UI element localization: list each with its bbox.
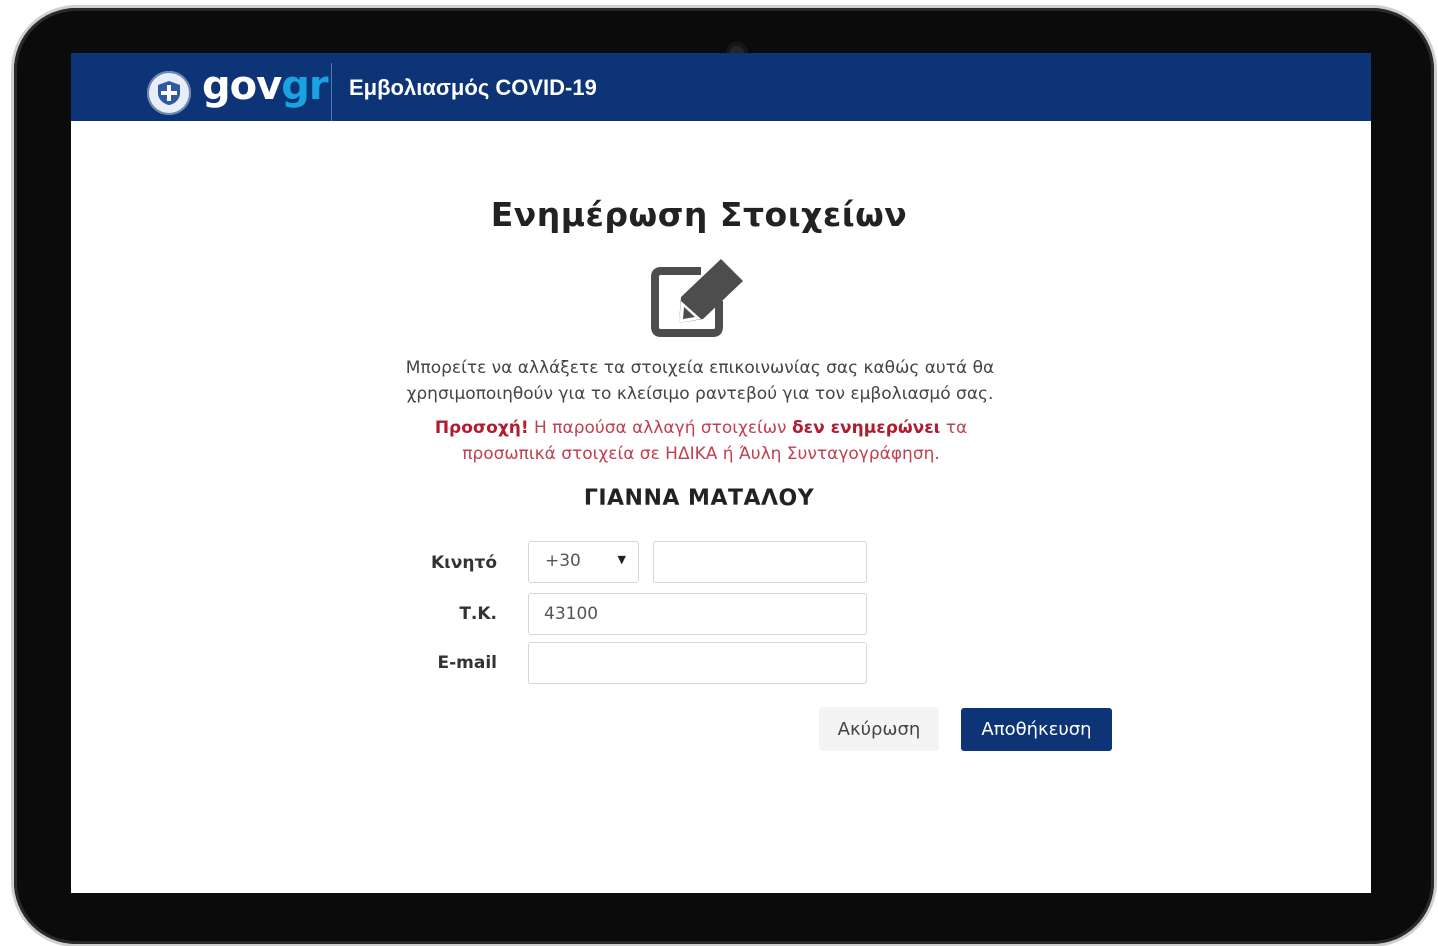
warning-emphasis: δεν ενημερώνει: [791, 418, 941, 438]
logo-gov-text: gov: [202, 63, 282, 109]
mobile-input[interactable]: [669, 543, 851, 581]
save-button[interactable]: Αποθήκευση: [961, 708, 1112, 751]
govgr-logo[interactable]: govgr: [202, 63, 329, 109]
email-input[interactable]: [544, 644, 851, 682]
app-screen: govgr Εμβολιασμός COVID-19 Ενημέρωση Στο…: [71, 53, 1371, 893]
edit-icon: [651, 259, 743, 337]
app-title: Εμβολιασμός COVID-19: [349, 75, 597, 100]
logo-gr-text: gr: [281, 63, 328, 109]
top-header: govgr Εμβολιασμός COVID-19: [71, 53, 1371, 121]
description-text: Μπορείτε να αλλάξετε τα στοιχεία επικοιν…: [405, 358, 995, 404]
mobile-field[interactable]: [653, 541, 867, 583]
warning-lead: Προσοχή!: [434, 418, 529, 438]
email-field[interactable]: [528, 642, 867, 684]
warning-text-1: Η παρούσα αλλαγή στοιχείων: [528, 418, 792, 438]
cancel-button[interactable]: Ακύρωση: [819, 707, 939, 751]
postal-code-input[interactable]: [544, 595, 851, 633]
postal-code-label: Τ.Κ.: [459, 604, 497, 624]
email-label: E-mail: [437, 653, 497, 673]
page-title: Ενημέρωση Στοιχείων: [490, 195, 908, 234]
mobile-label: Κινητό: [430, 553, 497, 573]
header-divider: [331, 63, 332, 121]
greek-emblem-icon: [147, 71, 191, 115]
chevron-down-icon: ▼: [617, 553, 626, 566]
country-code-value: +30: [545, 551, 581, 571]
country-code-select[interactable]: +30 ▼: [528, 541, 639, 583]
postal-code-field[interactable]: [528, 593, 867, 635]
warning-text: Προσοχή! Η παρούσα αλλαγή στοιχείων δεν …: [391, 415, 1011, 467]
person-name: ΓΙΑΝΝΑ ΜΑΤΑΛΟΥ: [583, 486, 815, 511]
